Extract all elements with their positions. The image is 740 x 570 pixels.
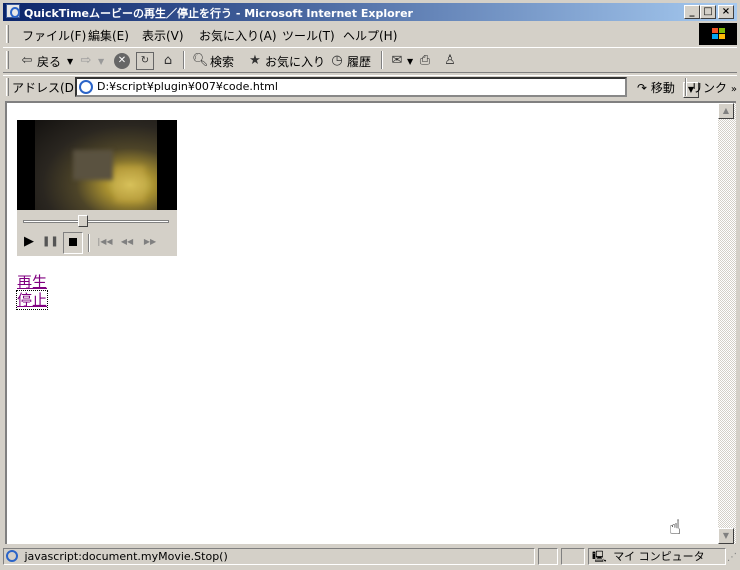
messenger-button[interactable]: ♙ — [442, 52, 460, 70]
standard-toolbar: ⇦ 戻る ▼ ⇨ ▼ ✕ ↻ ⌂ 🔍︎ 検索 ★ お気に入り ◷ 履歴 ✉ ▼ … — [3, 47, 737, 73]
scroll-down-button[interactable]: ▼ — [718, 528, 734, 544]
control-separator — [88, 234, 90, 252]
status-panel-empty — [561, 548, 585, 565]
fast-forward-icon[interactable]: ▶▶ — [142, 234, 158, 252]
search-icon: 🔍︎ — [192, 53, 209, 68]
history-button[interactable]: ◷ 履歴 — [329, 52, 371, 70]
go-arrow-icon: ↷ — [637, 81, 648, 95]
movie-slider-thumb[interactable] — [77, 215, 88, 227]
favorites-icon: ★ — [249, 53, 261, 68]
ie-page-icon — [6, 550, 18, 562]
menu-bar: ファイル(F) 編集(E) 表示(V) お気に入り(A) ツール(T) ヘルプ(… — [3, 23, 737, 45]
go-label: 移動 — [650, 81, 675, 95]
favorites-button[interactable]: ★ お気に入り — [247, 52, 325, 70]
play-icon[interactable]: ▶ — [21, 234, 37, 252]
control-links: 再生 停止 — [15, 273, 49, 310]
stop-link[interactable]: 停止 — [15, 290, 49, 310]
resize-grip-icon[interactable]: ⋰ — [727, 552, 737, 563]
mail-button[interactable]: ✉ ▼ — [389, 52, 414, 70]
address-grip[interactable] — [6, 78, 9, 96]
refresh-icon: ↻ — [136, 52, 154, 70]
computer-icon: 🖳 — [592, 550, 607, 563]
title-bar[interactable]: QuickTimeムービーの再生／停止を行う - Microsoft Inter… — [3, 3, 737, 21]
print-icon: ⎙ — [419, 53, 431, 68]
toolbar-separator — [183, 51, 185, 69]
page-content: ▶ ❚❚ |◀◀ ◀◀ ▶▶ 再生 停止 ☝ — [5, 101, 718, 544]
menu-view[interactable]: 表示(V) — [142, 27, 184, 44]
back-label: 戻る — [37, 54, 62, 69]
search-button[interactable]: 🔍︎ 検索 — [192, 52, 234, 70]
messenger-icon: ♙ — [444, 53, 456, 68]
favorites-label: お気に入り — [265, 54, 326, 69]
menu-help[interactable]: ヘルプ(H) — [343, 27, 397, 44]
vertical-scrollbar[interactable]: ▲ ▼ — [718, 101, 736, 544]
scroll-up-button[interactable]: ▲ — [718, 103, 734, 119]
window-title: QuickTimeムービーの再生／停止を行う - Microsoft Inter… — [24, 7, 413, 20]
address-value: D:¥script¥plugin¥007¥code.html — [97, 80, 278, 93]
address-separator — [685, 78, 687, 96]
status-bar: javascript:document.myMovie.Stop() 🖳 マイ … — [3, 546, 737, 567]
ie-logo-icon — [6, 4, 20, 18]
movie-frame — [17, 120, 177, 210]
stop-icon: ✕ — [114, 53, 130, 69]
forward-button[interactable]: ⇨ ▼ — [78, 52, 105, 70]
status-zone-panel: 🖳 マイ コンピュータ — [588, 548, 726, 565]
history-icon: ◷ — [331, 53, 343, 68]
minimize-button[interactable]: _ — [684, 5, 700, 19]
hand-cursor-icon: ☝ — [669, 515, 682, 539]
address-label: アドレス(D) — [12, 81, 79, 95]
status-text: javascript:document.myMovie.Stop() — [24, 550, 228, 563]
mail-icon: ✉ — [391, 53, 403, 68]
toolbar-separator — [381, 51, 383, 69]
stop-button[interactable]: ✕ — [114, 52, 132, 70]
home-icon: ⌂ — [163, 53, 173, 68]
refresh-button[interactable]: ↻ — [136, 52, 156, 70]
status-zone: マイ コンピュータ — [613, 550, 705, 563]
back-dropdown-icon[interactable]: ▼ — [67, 57, 73, 66]
movie-timeline[interactable] — [23, 220, 169, 223]
play-link[interactable]: 再生 — [17, 273, 47, 291]
links-label: リンク — [691, 81, 728, 95]
stop-control[interactable] — [63, 232, 83, 254]
status-text-panel: javascript:document.myMovie.Stop() — [3, 548, 535, 565]
links-button[interactable]: リンク » — [691, 79, 737, 96]
menu-grip[interactable] — [6, 25, 9, 43]
rewind-icon[interactable]: ◀◀ — [119, 234, 135, 252]
menu-file[interactable]: ファイル(F) — [22, 27, 86, 44]
close-button[interactable]: × — [718, 5, 734, 19]
stop-square-icon — [69, 238, 77, 246]
page-icon — [79, 80, 93, 94]
status-panel-empty — [538, 548, 558, 565]
search-label: 検索 — [210, 54, 235, 69]
history-label: 履歴 — [347, 54, 372, 69]
maximize-button[interactable]: □ — [700, 5, 716, 19]
go-button[interactable]: ↷ 移動 — [637, 79, 675, 96]
mail-dropdown-icon[interactable]: ▼ — [407, 57, 413, 66]
forward-dropdown-icon[interactable]: ▼ — [98, 57, 104, 66]
pause-icon[interactable]: ❚❚ — [42, 234, 59, 252]
quicktime-movie-player[interactable]: ▶ ❚❚ |◀◀ ◀◀ ▶▶ — [17, 120, 177, 256]
movie-video — [35, 120, 157, 210]
windows-logo-icon — [699, 23, 737, 45]
menu-edit[interactable]: 編集(E) — [88, 27, 129, 44]
chevron-right-icon: » — [730, 84, 737, 95]
menu-tools[interactable]: ツール(T) — [282, 27, 335, 44]
address-input[interactable]: D:¥script¥plugin¥007¥code.html ▼ — [75, 77, 699, 98]
back-button[interactable]: ⇦ 戻る ▼ — [19, 52, 74, 70]
back-arrow-icon: ⇦ — [21, 53, 33, 68]
browser-window: QuickTimeムービーの再生／停止を行う - Microsoft Inter… — [0, 0, 740, 570]
home-button[interactable]: ⌂ — [160, 52, 178, 70]
address-bar: アドレス(D) D:¥script¥plugin¥007¥code.html ▼… — [3, 75, 737, 98]
skip-back-icon[interactable]: |◀◀ — [97, 234, 113, 252]
print-button[interactable]: ⎙ — [417, 52, 435, 70]
menu-favorites[interactable]: お気に入り(A) — [199, 27, 277, 44]
toolbar-grip[interactable] — [6, 51, 9, 69]
forward-arrow-icon: ⇨ — [80, 53, 92, 68]
